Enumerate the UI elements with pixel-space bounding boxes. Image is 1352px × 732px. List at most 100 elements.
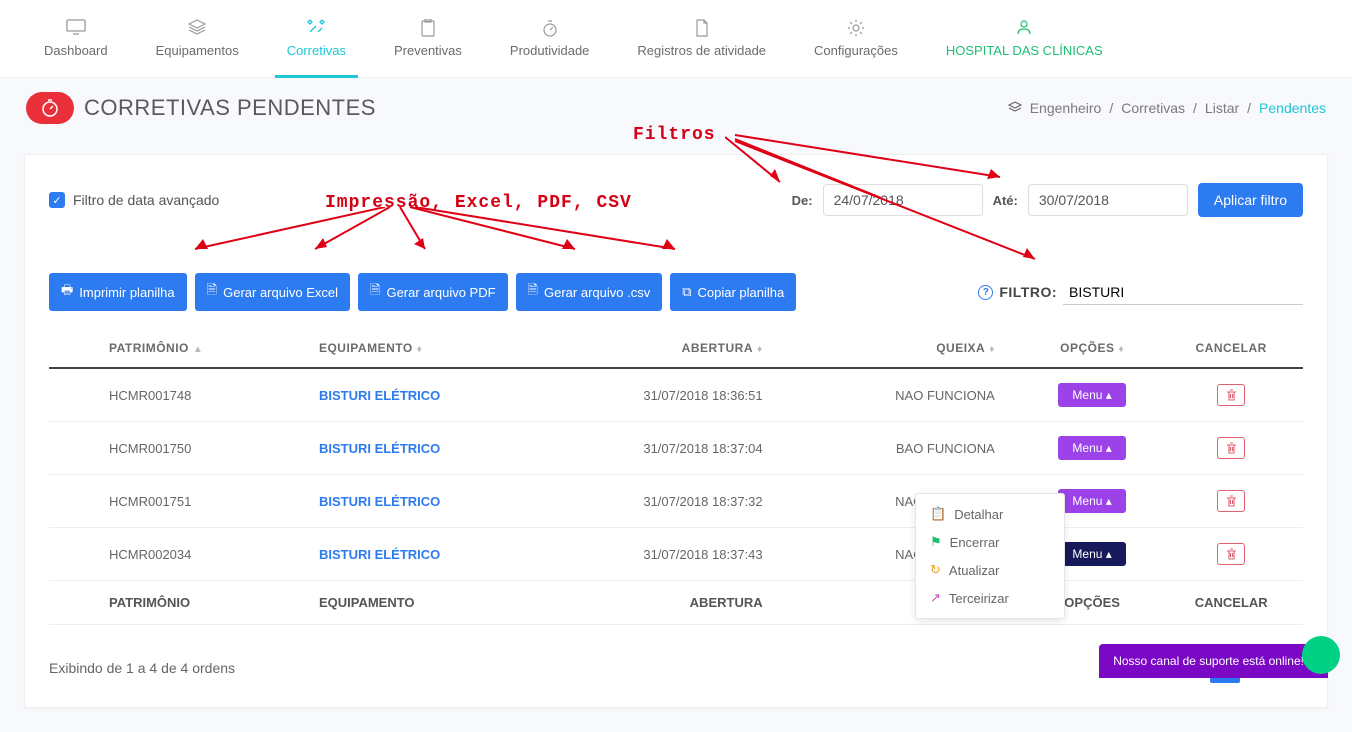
top-nav: Dashboard Equipamentos Corretivas Preven…	[0, 0, 1352, 78]
sort-icon: ♦	[757, 344, 763, 355]
col-cancelar: CANCELAR	[1159, 329, 1303, 368]
ate-input[interactable]	[1028, 184, 1188, 216]
sort-icon: ♦	[989, 344, 995, 355]
trash-icon	[1226, 495, 1237, 507]
de-input[interactable]	[823, 184, 983, 216]
nav-label: HOSPITAL DAS CLÍNICAS	[946, 43, 1103, 58]
print-button[interactable]: 🖶Imprimir planilha	[49, 273, 187, 311]
table-header-row: PATRIMÔNIO▲ EQUIPAMENTO♦ ABERTURA♦ QUEIX…	[49, 329, 1303, 368]
help-icon[interactable]: ?	[978, 285, 993, 300]
delete-button[interactable]	[1217, 437, 1245, 459]
cell-queixa: BAO FUNCIONA	[803, 422, 1025, 475]
filter-bar: ✓ Filtro de data avançado De: Até: Aplic…	[49, 183, 1303, 217]
col-equipamento[interactable]: EQUIPAMENTO♦	[311, 329, 533, 368]
gear-icon	[814, 19, 898, 37]
cell-queixa: NAO FUNCIONA	[803, 368, 1025, 422]
copy-icon: ⧉	[682, 284, 691, 300]
external-icon: ↗	[930, 590, 941, 606]
nav-hospital[interactable]: HOSPITAL DAS CLÍNICAS	[922, 0, 1127, 78]
main-card: Filtros ✓ Filtro de data avançado De: At…	[24, 154, 1328, 708]
search-filter: ? FILTRO:	[978, 273, 1303, 311]
nav-equipamentos[interactable]: Equipamentos	[132, 0, 263, 78]
menu-button[interactable]: Menu ▴	[1058, 542, 1125, 566]
refresh-icon: ↻	[930, 562, 941, 578]
csv-button[interactable]: 🗎Gerar arquivo .csv	[516, 273, 663, 311]
nav-registros[interactable]: Registros de atividade	[613, 0, 790, 78]
date-range: De: Até: Aplicar filtro	[792, 183, 1303, 217]
menu-button[interactable]: Menu ▴	[1058, 489, 1125, 513]
clipboard-icon	[394, 19, 462, 37]
table-row: HCMR001750BISTURI ELÉTRICO31/07/2018 18:…	[49, 422, 1303, 475]
nav-label: Corretivas	[287, 43, 346, 58]
trash-icon	[1226, 548, 1237, 560]
cell-abertura: 31/07/2018 18:37:32	[533, 475, 803, 528]
filter-input[interactable]	[1063, 280, 1303, 305]
apply-filter-button[interactable]: Aplicar filtro	[1198, 183, 1303, 217]
crumb-engenheiro[interactable]: Engenheiro	[1030, 100, 1102, 116]
menu-encerrar[interactable]: ⚑Encerrar	[916, 528, 1064, 556]
copy-button[interactable]: ⧉Copiar planilha	[670, 273, 796, 311]
nav-label: Produtividade	[510, 43, 590, 58]
nav-produtividade[interactable]: Produtividade	[486, 0, 614, 78]
menu-atualizar[interactable]: ↻Atualizar	[916, 556, 1064, 584]
adv-filter-checkbox[interactable]: ✓	[49, 192, 65, 208]
cell-abertura: 31/07/2018 18:37:43	[533, 528, 803, 581]
cell-equipamento[interactable]: BISTURI ELÉTRICO	[311, 475, 533, 528]
menu-detalhar[interactable]: 📋Detalhar	[916, 500, 1064, 528]
page-icon-pill	[26, 92, 74, 124]
nav-config[interactable]: Configurações	[790, 0, 922, 78]
adv-filter-label: Filtro de data avançado	[73, 192, 219, 208]
col-opcoes[interactable]: OPÇÕES♦	[1025, 329, 1160, 368]
col-queixa[interactable]: QUEIXA♦	[803, 329, 1025, 368]
annotation-export: Impressão, Excel, PDF, CSV	[325, 193, 632, 213]
support-bubble-icon	[1302, 636, 1340, 674]
table-row: HCMR002034BISTURI ELÉTRICO31/07/2018 18:…	[49, 528, 1303, 581]
cell-abertura: 31/07/2018 18:36:51	[533, 368, 803, 422]
sort-icon: ♦	[1118, 344, 1124, 355]
cell-patrimonio: HCMR001748	[49, 368, 311, 422]
stopwatch-icon	[41, 99, 59, 117]
cell-equipamento[interactable]: BISTURI ELÉTRICO	[311, 528, 533, 581]
nav-label: Preventivas	[394, 43, 462, 58]
nav-corretivas[interactable]: Corretivas	[263, 0, 370, 78]
cell-patrimonio: HCMR002034	[49, 528, 311, 581]
nav-label: Dashboard	[44, 43, 108, 58]
pdf-button[interactable]: 🗎Gerar arquivo PDF	[358, 273, 508, 311]
cell-cancelar	[1159, 475, 1303, 528]
cell-equipamento[interactable]: BISTURI ELÉTRICO	[311, 368, 533, 422]
sort-asc-icon: ▲	[193, 344, 203, 355]
nav-label: Equipamentos	[156, 43, 239, 58]
trash-icon	[1226, 442, 1237, 454]
file-icon: 🗎	[528, 281, 538, 303]
ate-label: Até:	[993, 193, 1018, 208]
delete-button[interactable]	[1217, 543, 1245, 565]
nav-preventivas[interactable]: Preventivas	[370, 0, 486, 78]
excel-button[interactable]: 🗎Gerar arquivo Excel	[195, 273, 350, 311]
delete-button[interactable]	[1217, 490, 1245, 512]
cell-opcoes: Menu ▴	[1025, 422, 1160, 475]
crumb-corretivas[interactable]: Corretivas	[1121, 100, 1185, 116]
menu-button[interactable]: Menu ▴	[1058, 436, 1125, 460]
col-abertura[interactable]: ABERTURA♦	[533, 329, 803, 368]
support-widget[interactable]: Nosso canal de suporte está online!	[1099, 644, 1328, 678]
delete-button[interactable]	[1217, 384, 1245, 406]
menu-dropdown: 📋Detalhar ⚑Encerrar ↻Atualizar ↗Terceiri…	[915, 493, 1065, 619]
trash-icon	[1226, 389, 1237, 401]
cell-abertura: 31/07/2018 18:37:04	[533, 422, 803, 475]
nav-label: Configurações	[814, 43, 898, 58]
nav-dashboard[interactable]: Dashboard	[20, 0, 132, 78]
breadcrumb: Engenheiro/ Corretivas/ Listar/ Pendente…	[1008, 100, 1326, 116]
menu-terceirizar[interactable]: ↗Terceirizar	[916, 584, 1064, 612]
cell-cancelar	[1159, 368, 1303, 422]
table-row: HCMR001748BISTURI ELÉTRICO31/07/2018 18:…	[49, 368, 1303, 422]
export-row: 🖶Imprimir planilha 🗎Gerar arquivo Excel …	[49, 273, 1303, 311]
flag-icon: ⚑	[930, 534, 942, 550]
col-patrimonio[interactable]: PATRIMÔNIO▲	[49, 329, 311, 368]
clipboard-icon: 📋	[930, 506, 946, 522]
crumb-listar[interactable]: Listar	[1205, 100, 1239, 116]
file-icon: 🗎	[370, 281, 380, 303]
cell-equipamento[interactable]: BISTURI ELÉTRICO	[311, 422, 533, 475]
cell-patrimonio: HCMR001751	[49, 475, 311, 528]
menu-button[interactable]: Menu ▴	[1058, 383, 1125, 407]
print-icon: 🖶	[61, 281, 73, 303]
